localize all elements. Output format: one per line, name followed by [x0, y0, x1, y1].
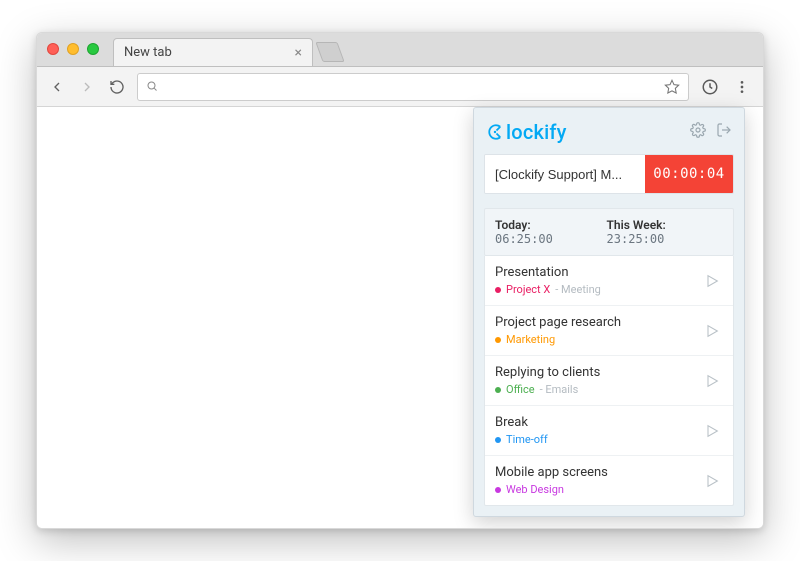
timer-description-input[interactable] — [485, 155, 645, 193]
time-entry-title: Break — [495, 415, 693, 430]
project-color-dot — [495, 487, 501, 493]
time-entry[interactable]: Mobile app screens Web Design — [485, 455, 733, 505]
time-entry-main: Mobile app screens Web Design — [495, 465, 693, 496]
play-icon[interactable] — [701, 320, 723, 342]
summary-today-value: 06:25:00 — [495, 232, 553, 246]
time-entry[interactable]: Project page research Marketing — [485, 305, 733, 355]
project-color-dot — [495, 337, 501, 343]
clockify-logo-text: lockify — [506, 120, 567, 144]
clockify-logo-icon — [486, 123, 504, 141]
search-icon — [146, 77, 158, 96]
play-icon[interactable] — [701, 420, 723, 442]
clockify-extension-icon[interactable] — [699, 76, 721, 98]
bookmark-star-icon[interactable] — [664, 79, 680, 95]
time-entry-main: Project page research Marketing — [495, 315, 693, 346]
close-tab-icon[interactable]: × — [295, 45, 302, 61]
project-name: Office — [506, 383, 535, 396]
time-entry-main: Break Time-off — [495, 415, 693, 446]
time-entry-subtitle: Web Design — [495, 483, 693, 496]
forward-button[interactable] — [77, 77, 97, 97]
time-entry-subtitle: Office - Emails — [495, 383, 693, 396]
browser-toolbar — [37, 67, 763, 107]
time-entry[interactable]: Replying to clients Office - Emails — [485, 355, 733, 405]
browser-window: New tab × — [36, 32, 764, 529]
time-entry-main: Replying to clients Office - Emails — [495, 365, 693, 396]
logout-icon[interactable] — [716, 122, 732, 142]
time-entry-subtitle: Project X - Meeting — [495, 283, 693, 296]
time-entry-title: Project page research — [495, 315, 693, 330]
timer-stop-button[interactable]: 00:00:04 — [645, 155, 733, 193]
maximize-window-button[interactable] — [87, 43, 99, 55]
project-name: Web Design — [506, 483, 564, 496]
minimize-window-button[interactable] — [67, 43, 79, 55]
time-entry-subtitle: Time-off — [495, 433, 693, 446]
close-window-button[interactable] — [47, 43, 59, 55]
clockify-popup: lockify 00:00:04 Today: 06: — [473, 107, 745, 517]
entries-list: Presentation Project X - Meeting Project p… — [484, 256, 734, 506]
time-entry-title: Presentation — [495, 265, 693, 280]
window-controls — [47, 32, 113, 66]
project-color-dot — [495, 287, 501, 293]
project-color-dot — [495, 437, 501, 443]
settings-icon[interactable] — [690, 122, 706, 142]
time-entry[interactable]: Break Time-off — [485, 405, 733, 455]
summary-week-value: 23:25:00 — [607, 232, 665, 246]
browser-tab[interactable]: New tab × — [113, 38, 313, 66]
client-name: - Meeting — [555, 283, 601, 296]
play-icon[interactable] — [701, 470, 723, 492]
clockify-logo: lockify — [486, 120, 567, 144]
browser-menu-icon[interactable] — [731, 76, 753, 98]
time-entry-title: Mobile app screens — [495, 465, 693, 480]
project-name: Time-off — [506, 433, 548, 446]
summary-today: Today: 06:25:00 — [495, 218, 589, 246]
tab-strip: New tab × — [37, 33, 763, 67]
summary-bar: Today: 06:25:00 This Week: 23:25:00 — [484, 208, 734, 256]
project-name: Marketing — [506, 333, 555, 346]
reload-button[interactable] — [107, 77, 127, 97]
project-color-dot — [495, 387, 501, 393]
summary-week-label: This Week: — [607, 218, 666, 232]
page-content: lockify 00:00:04 Today: 06: — [37, 107, 763, 528]
client-name: - Emails — [540, 383, 579, 396]
project-name: Project X — [506, 283, 550, 296]
back-button[interactable] — [47, 77, 67, 97]
address-input[interactable] — [164, 79, 664, 94]
time-entry[interactable]: Presentation Project X - Meeting — [485, 256, 733, 305]
address-bar[interactable] — [137, 73, 689, 101]
clockify-header: lockify — [484, 118, 734, 154]
play-icon[interactable] — [701, 270, 723, 292]
play-icon[interactable] — [701, 370, 723, 392]
time-entry-title: Replying to clients — [495, 365, 693, 380]
time-entry-subtitle: Marketing — [495, 333, 693, 346]
timer-row: 00:00:04 — [484, 154, 734, 194]
summary-week: This Week: 23:25:00 — [607, 218, 723, 246]
tab-title: New tab — [124, 45, 295, 60]
time-entry-main: Presentation Project X - Meeting — [495, 265, 693, 296]
summary-today-label: Today: — [495, 218, 531, 232]
new-tab-button[interactable] — [315, 42, 344, 62]
